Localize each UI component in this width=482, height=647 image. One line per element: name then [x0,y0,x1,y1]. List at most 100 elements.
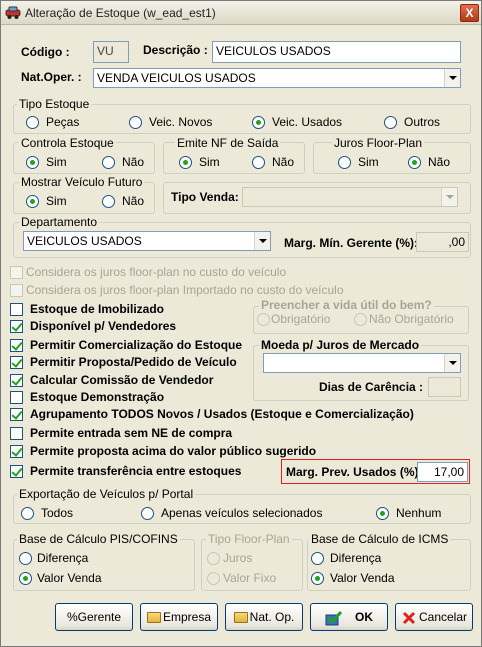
natoper-dropdown[interactable]: VENDA VEICULOS USADOS [93,68,461,88]
label-imobilizado: Estoque de Imobilizado [30,302,165,316]
label-outros: Outros [404,115,441,129]
checkbox-juros-floor-custo[interactable] [10,266,23,279]
natop-button-label: Nat. Op. [249,610,295,624]
natoper-value: VENDA VEICULOS USADOS [97,71,256,85]
radio-controla-sim[interactable] [26,156,39,169]
label-disponivel-vendedores: Disponível p/ Vendedores [30,319,177,333]
radio-icms-diferenca[interactable] [311,552,324,565]
radio-emite-nao[interactable] [252,156,265,169]
cancelar-button-label: Cancelar [418,610,468,624]
radio-mostrar-sim[interactable] [26,195,39,208]
marg-min-field[interactable]: ,00 [416,232,469,252]
codigo-field[interactable]: VU [93,41,129,63]
radio-icms-valor-venda[interactable] [311,572,324,585]
dias-carencia-field[interactable] [428,377,461,397]
dias-carencia-label: Dias de Carência : [319,380,424,394]
label-proposta-acima: Permite proposta acima do valor público … [30,444,317,458]
checkbox-entrada-sem-ne[interactable] [10,427,23,440]
radio-emite-sim[interactable] [179,156,192,169]
descricao-field[interactable]: VEICULOS USADOS [212,41,461,63]
checkbox-proposta-acima[interactable] [10,445,23,458]
natoper-label: Nat.Oper. : [21,70,82,84]
label-agrupamento: Agrupamento TODOS Novos / Usados (Estoqu… [30,407,414,421]
radio-veic-usados[interactable] [252,116,265,129]
icms-title: Base de Cálculo de ICMS [309,532,451,546]
checkbox-proposta-pedido[interactable] [10,356,23,369]
departamento-value: VEICULOS USADOS [27,234,142,248]
label-veic-novos: Veic. Novos [149,115,213,129]
label-pis-valor-venda: Valor Venda [37,571,102,585]
natop-button[interactable]: Nat. Op. [225,603,303,631]
chevron-down-icon[interactable] [444,354,460,372]
controla-estoque-title: Controla Estoque [19,136,116,150]
radio-export-nenhum[interactable] [376,507,389,520]
tipo-venda-dropdown[interactable] [242,187,458,207]
radio-export-todos[interactable] [21,507,34,520]
label-mostrar-nao: Não [122,194,145,208]
radio-pis-valor-venda[interactable] [19,572,32,585]
departamento-dropdown[interactable]: VEICULOS USADOS [23,231,271,251]
radio-floor-juros[interactable] [207,552,220,565]
tipo-venda-label: Tipo Venda: [171,190,239,204]
title-bar: Alteração de Estoque (w_ead_est1) X [1,1,481,25]
checkbox-imobilizado[interactable] [10,303,23,316]
label-floor-juros: Juros [223,551,253,565]
departamento-title: Departamento [19,215,100,229]
checkbox-comercializacao[interactable] [10,339,23,352]
checkbox-disponivel-vendedores[interactable] [10,320,23,333]
marg-prev-field[interactable]: 17,00 [417,462,468,482]
ok-button[interactable]: OK [310,603,388,631]
chevron-down-icon[interactable] [444,69,460,87]
chevron-down-icon[interactable] [254,232,270,250]
label-juros-nao: Não [428,155,451,169]
radio-floor-valor-fixo[interactable] [207,572,220,585]
emite-nf-title: Emite NF de Saída [175,136,281,150]
radio-juros-nao[interactable] [408,156,421,169]
car-app-icon [5,6,21,19]
radio-mostrar-nao[interactable] [102,195,115,208]
label-nao-obrigatorio: Não Obrigatório [369,312,454,326]
radio-pecas[interactable] [26,116,39,129]
label-comissao: Calcular Comissão de Vendedor [30,373,214,387]
radio-veic-novos[interactable] [129,116,142,129]
label-emite-nao: Não [272,155,295,169]
window-title: Alteração de Estoque (w_ead_est1) [25,6,216,20]
label-icms-valor-venda: Valor Venda [330,571,395,585]
empresa-button[interactable]: Empresa [140,603,218,631]
close-button[interactable]: X [460,4,479,22]
gerente-button-label: %Gerente [66,610,122,624]
check-icon [325,610,343,626]
radio-pis-diferenca[interactable] [19,552,32,565]
cancelar-button[interactable]: Cancelar [395,603,473,631]
gerente-button[interactable]: %Gerente [55,603,133,631]
moeda-dropdown[interactable] [263,353,461,373]
label-mostrar-sim: Sim [46,194,67,208]
label-pis-diferenca: Diferença [37,551,89,565]
radio-controla-nao[interactable] [102,156,115,169]
label-controla-nao: Não [122,155,145,169]
label-icms-diferenca: Diferença [330,551,382,565]
window: Alteração de Estoque (w_ead_est1) X Códi… [0,0,482,647]
tipo-floor-title: Tipo Floor-Plan [206,532,292,546]
ok-button-label: OK [355,610,373,624]
radio-obrigatorio[interactable] [257,313,270,326]
label-juros-sim: Sim [358,155,379,169]
label-demonstracao: Estoque Demonstração [30,390,165,404]
checkbox-agrupamento[interactable] [10,408,23,421]
radio-export-selecionados[interactable] [141,507,154,520]
label-controla-sim: Sim [46,155,67,169]
vida-util-title: Preencher a vida útil do bem? [259,298,434,312]
radio-outros[interactable] [384,116,397,129]
mostrar-veiculo-title: Mostrar Veículo Futuro [19,175,145,189]
codigo-label: Código : [21,45,70,59]
descricao-label: Descrição : [143,43,208,57]
radio-nao-obrigatorio[interactable] [354,313,367,326]
chevron-down-icon[interactable] [441,188,457,206]
checkbox-transferencia[interactable] [10,465,23,478]
moeda-title: Moeda p/ Juros de Mercado [259,338,422,352]
radio-juros-sim[interactable] [338,156,351,169]
checkbox-comissao[interactable] [10,374,23,387]
checkbox-juros-floor-importado[interactable] [10,284,23,297]
label-juros-floor-importado: Considera os juros floor-plan Importado … [26,283,344,297]
checkbox-demonstracao[interactable] [10,391,23,404]
